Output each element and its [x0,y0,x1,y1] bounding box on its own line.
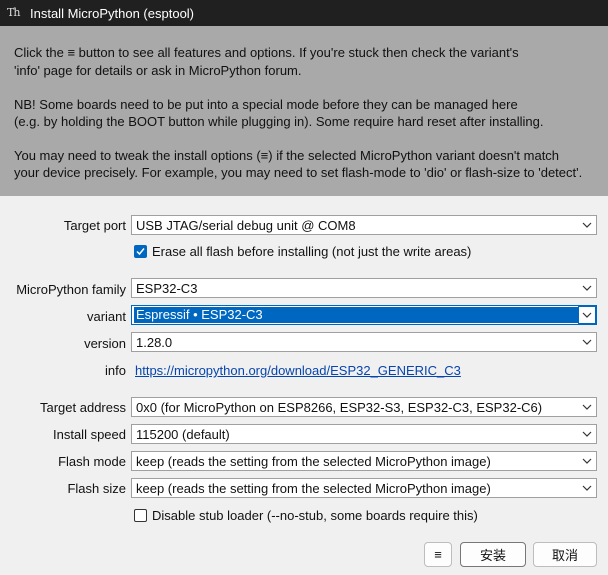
info-line: (e.g. by holding the BOOT button while p… [14,114,544,129]
info-line: Click the ≡ button to see all features a… [14,45,519,60]
checkmark-icon [136,248,145,256]
target-address-value: 0x0 (for MicroPython on ESP8266, ESP32-S… [136,399,543,415]
chevron-down-icon [578,398,596,416]
chevron-down-icon [578,306,596,324]
flash-size-select[interactable]: keep (reads the setting from the selecte… [131,478,597,498]
target-address-select[interactable]: 0x0 (for MicroPython on ESP8266, ESP32-S… [131,397,597,417]
chevron-down-icon [578,452,596,470]
family-select[interactable]: ESP32-C3 [131,278,597,298]
version-label: version [84,336,126,351]
app-icon: Th [7,6,20,19]
target-port-value: USB JTAG/serial debug unit @ COM8 [136,217,356,233]
info-link[interactable]: https://micropython.org/download/ESP32_G… [135,363,461,378]
erase-flash-checkbox[interactable] [134,245,147,258]
flash-size-value: keep (reads the setting from the selecte… [136,480,491,496]
target-address-label: Target address [40,400,126,415]
window-title: Install MicroPython (esptool) [30,5,195,21]
erase-flash-checkbox-row[interactable]: Erase all flash before installing (not j… [134,244,471,259]
install-button[interactable]: 安装 [460,542,526,567]
chevron-down-icon [578,279,596,297]
variant-select[interactable]: Espressif • ESP32-C3 [131,305,597,325]
install-speed-select[interactable]: 115200 (default) [131,424,597,444]
cancel-label: 取消 [551,548,578,563]
menu-icon: ≡ [434,547,442,562]
family-label: MicroPython family [16,282,126,297]
version-select[interactable]: 1.28.0 [131,332,597,352]
info-label: info [105,363,126,378]
flash-size-label: Flash size [67,481,126,496]
chevron-down-icon [578,333,596,351]
flash-mode-label: Flash mode [58,454,126,469]
chevron-down-icon [578,216,596,234]
disable-stub-checkbox[interactable] [134,509,147,522]
disable-stub-checkbox-row[interactable]: Disable stub loader (--no-stub, some boa… [134,508,478,523]
family-value: ESP32-C3 [136,280,198,296]
info-line: 'info' page for details or ask in MicroP… [14,63,302,78]
erase-flash-label: Erase all flash before installing (not j… [152,244,472,259]
menu-button[interactable]: ≡ [424,542,452,567]
chevron-down-icon [578,425,596,443]
flash-mode-value: keep (reads the setting from the selecte… [136,453,491,469]
install-speed-value: 115200 (default) [136,426,230,442]
target-port-label: Target port [63,218,126,233]
variant-value: Espressif • ESP32-C3 [134,307,578,323]
cancel-button[interactable]: 取消 [533,542,597,567]
info-panel: Click the ≡ button to see all features a… [0,26,608,196]
title-bar: Th Install MicroPython (esptool) [0,0,608,26]
variant-label: variant [86,309,126,324]
chevron-down-icon [578,479,596,497]
disable-stub-label: Disable stub loader (--no-stub, some boa… [152,508,478,523]
info-line: your device precisely. For example, you … [14,165,583,180]
info-line: NB! Some boards need to be put into a sp… [14,97,518,112]
flash-mode-select[interactable]: keep (reads the setting from the selecte… [131,451,597,471]
target-port-select[interactable]: USB JTAG/serial debug unit @ COM8 [131,215,597,235]
version-value: 1.28.0 [136,334,173,350]
info-line: You may need to tweak the install option… [14,148,560,163]
install-label: 安装 [479,548,506,563]
install-speed-label: Install speed [53,427,126,442]
